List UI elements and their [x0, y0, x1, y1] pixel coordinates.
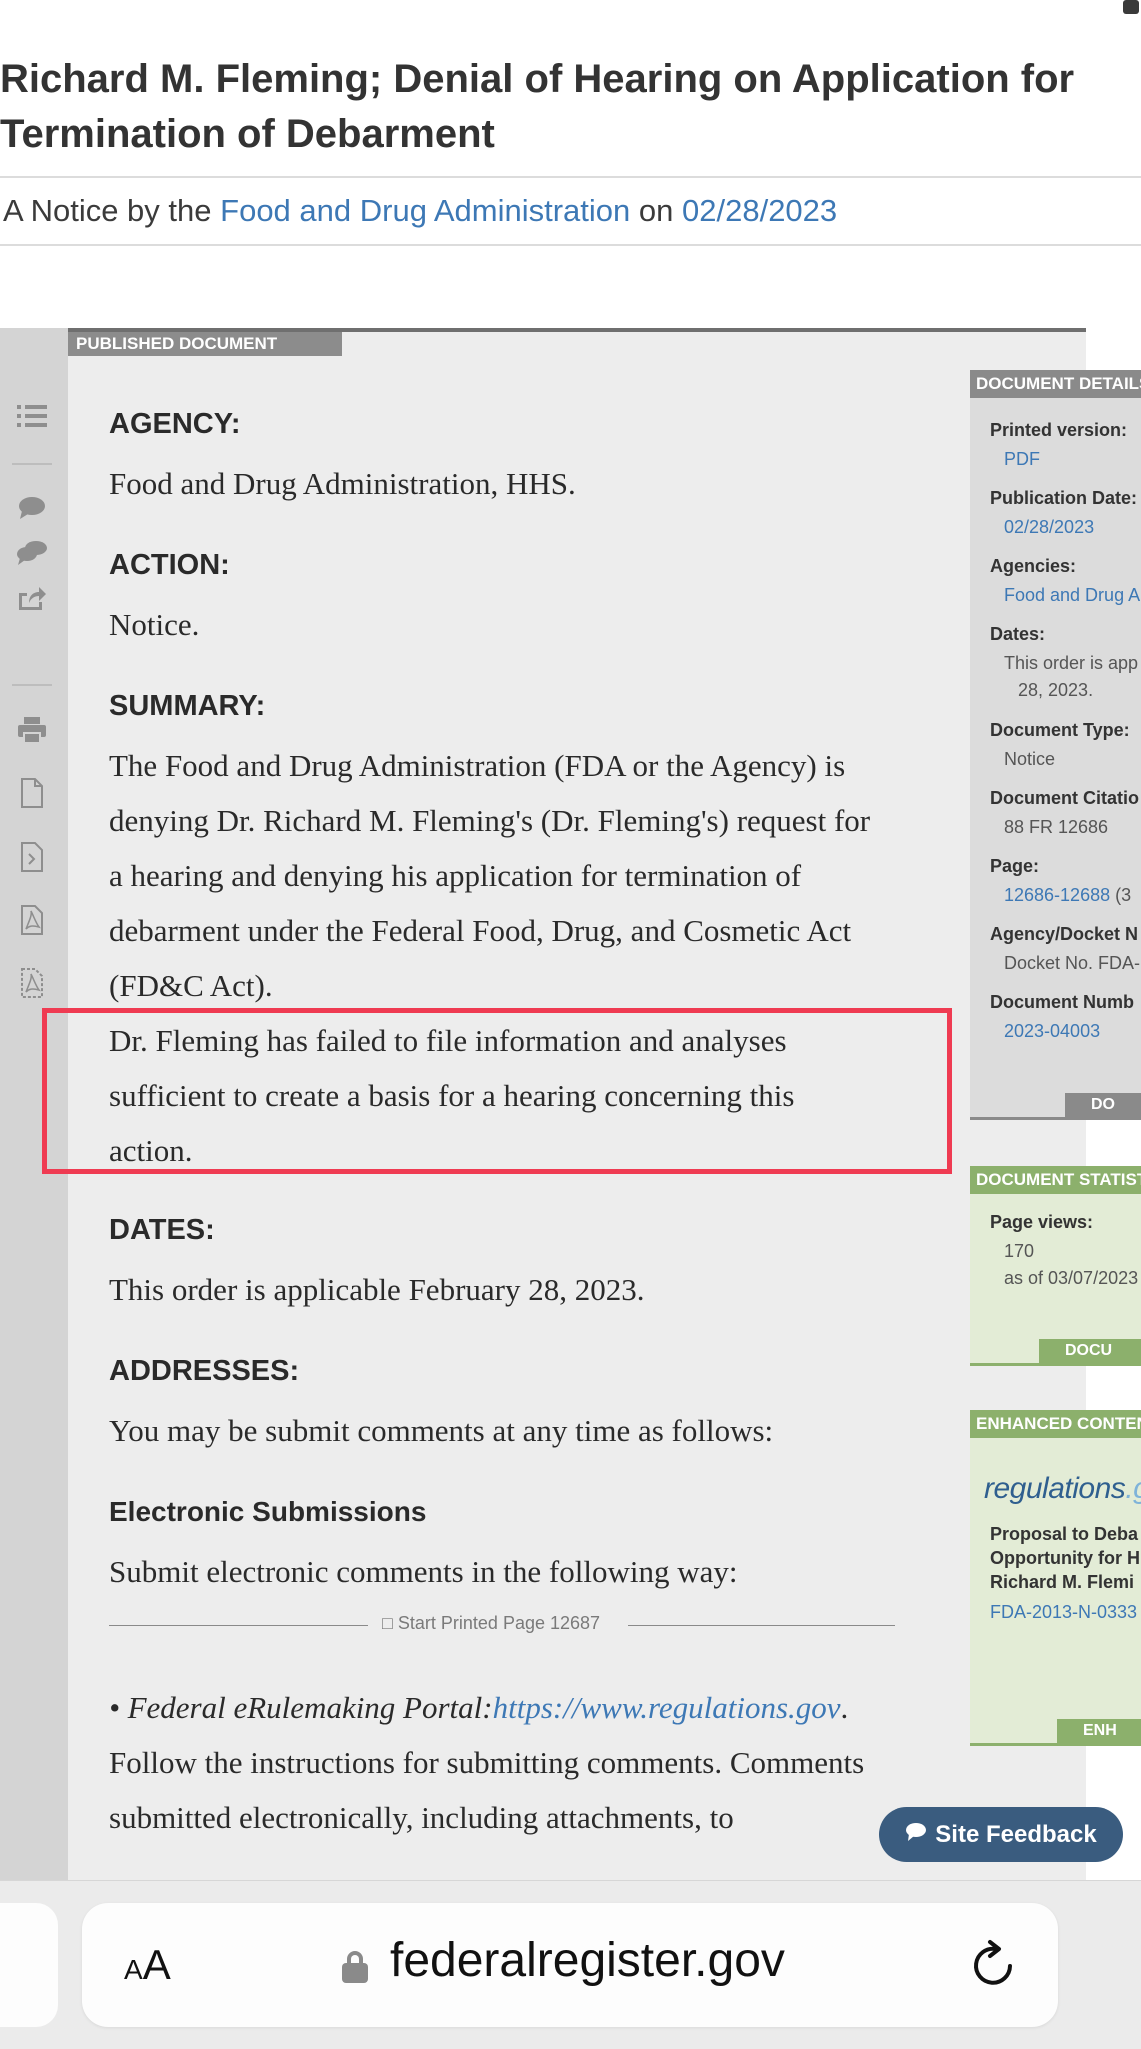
- document-statistics-panel: DOCUMENT STATISTICS Page views: 170 as o…: [970, 1166, 1141, 1366]
- rail-divider: [12, 463, 52, 465]
- speech-bubble-icon: [905, 1821, 927, 1849]
- reload-icon[interactable]: [970, 1939, 1018, 2001]
- pdf-icon[interactable]: [16, 905, 48, 935]
- printed-page-marker: □ Start Printed Page 12687: [109, 1613, 895, 1639]
- section-heading: AGENCY:: [109, 408, 241, 440]
- divider: [0, 176, 1141, 178]
- printed-page-label: □ Start Printed Page 12687: [382, 1613, 601, 1633]
- table-of-contents-icon[interactable]: [16, 401, 48, 431]
- document-number-link[interactable]: 2023-04003: [1004, 1018, 1100, 1045]
- date-link[interactable]: 02/28/2023: [682, 193, 837, 228]
- published-document-tag: PUBLISHED DOCUMENT: [68, 332, 342, 356]
- comment-icon[interactable]: [16, 493, 48, 523]
- byline: A Notice by the Food and Drug Administra…: [3, 193, 838, 228]
- page-marker-line: [109, 1625, 368, 1626]
- section-heading: SUMMARY:: [109, 690, 266, 722]
- code-document-icon[interactable]: [16, 842, 48, 872]
- statistics-expand-button[interactable]: DOCU: [1039, 1339, 1141, 1363]
- publication-date-link[interactable]: 02/28/2023: [1004, 514, 1094, 541]
- comment-icon[interactable]: [1123, 0, 1139, 14]
- section-text: You may be submit comments at any time a…: [109, 1413, 774, 1448]
- highlight-annotation-box: [42, 1008, 952, 1174]
- rail-divider: [12, 684, 52, 686]
- lock-icon: [342, 1951, 368, 1983]
- divider: [0, 244, 1141, 246]
- panel-header: DOCUMENT STATISTICS: [970, 1166, 1141, 1194]
- pdf-link[interactable]: PDF: [1004, 446, 1040, 473]
- section-text: Notice.: [109, 607, 200, 642]
- section-text: This order is applicable February 28, 20…: [109, 1272, 645, 1307]
- section-text: Food and Drug Administration, HHS.: [109, 466, 576, 501]
- site-feedback-button[interactable]: Site Feedback: [879, 1807, 1123, 1862]
- agency-link[interactable]: Food and Drug Administration: [220, 193, 630, 228]
- docket-title: Proposal to Deba Opportunity for H Richa…: [990, 1524, 1140, 1592]
- section-heading: DATES:: [109, 1214, 215, 1246]
- page-title-line: Richard M. Fleming; Denial of Hearing on…: [0, 57, 1075, 101]
- status-strip: [0, 0, 1141, 22]
- document-details-panel: DOCUMENT DETAILS Printed version: PDF Pu…: [970, 370, 1141, 1120]
- enhanced-expand-button[interactable]: ENH: [1057, 1719, 1141, 1743]
- address-bar[interactable]: AA federalregister.gov: [82, 1903, 1058, 2027]
- section-heading: ACTION:: [109, 549, 230, 581]
- regulations-gov-link[interactable]: https://www.regulations.gov: [493, 1690, 841, 1725]
- docket-id-link[interactable]: FDA-2013-N-0333: [990, 1602, 1137, 1623]
- page-marker-line: [628, 1625, 895, 1626]
- bullet-paragraph: • Federal eRulemaking Portal:https://www…: [109, 1690, 865, 1835]
- share-icon[interactable]: [16, 583, 48, 613]
- public-inspection-pdf-icon[interactable]: [16, 968, 48, 998]
- panel-header: DOCUMENT DETAILS: [970, 370, 1141, 398]
- page-title: Richard M. Fleming; Denial of Hearing on…: [0, 52, 1141, 162]
- url-domain[interactable]: federalregister.gov: [390, 1933, 785, 1988]
- document-icon[interactable]: [16, 778, 48, 808]
- browser-bottom-bar: AA federalregister.gov: [0, 1880, 1141, 2049]
- previous-tab-peek[interactable]: [0, 1903, 58, 2027]
- panel-header: ENHANCED CONTENT: [970, 1410, 1141, 1438]
- print-icon[interactable]: [16, 715, 48, 745]
- comments-icon[interactable]: [16, 538, 48, 568]
- page-range-link[interactable]: 12686-12688: [1004, 885, 1110, 905]
- section-heading: ADDRESSES:: [109, 1355, 300, 1387]
- page-title-line: Termination of Debarment: [0, 112, 495, 156]
- subsection-heading: Electronic Submissions: [109, 1496, 427, 1527]
- reader-text-size-button[interactable]: AA: [124, 1941, 171, 1989]
- page-icon: □: [382, 1613, 393, 1633]
- section-text: Submit electronic comments in the follow…: [109, 1554, 738, 1589]
- enhanced-content-panel: ENHANCED CONTENT regulations.g Proposal …: [970, 1410, 1141, 1746]
- regulations-gov-logo[interactable]: regulations.g: [984, 1472, 1141, 1506]
- summary-text: The Food and Drug Administration (FDA or…: [109, 748, 871, 1003]
- agency-link[interactable]: Food and Drug A: [1004, 582, 1140, 609]
- details-expand-button[interactable]: DO: [1065, 1093, 1141, 1117]
